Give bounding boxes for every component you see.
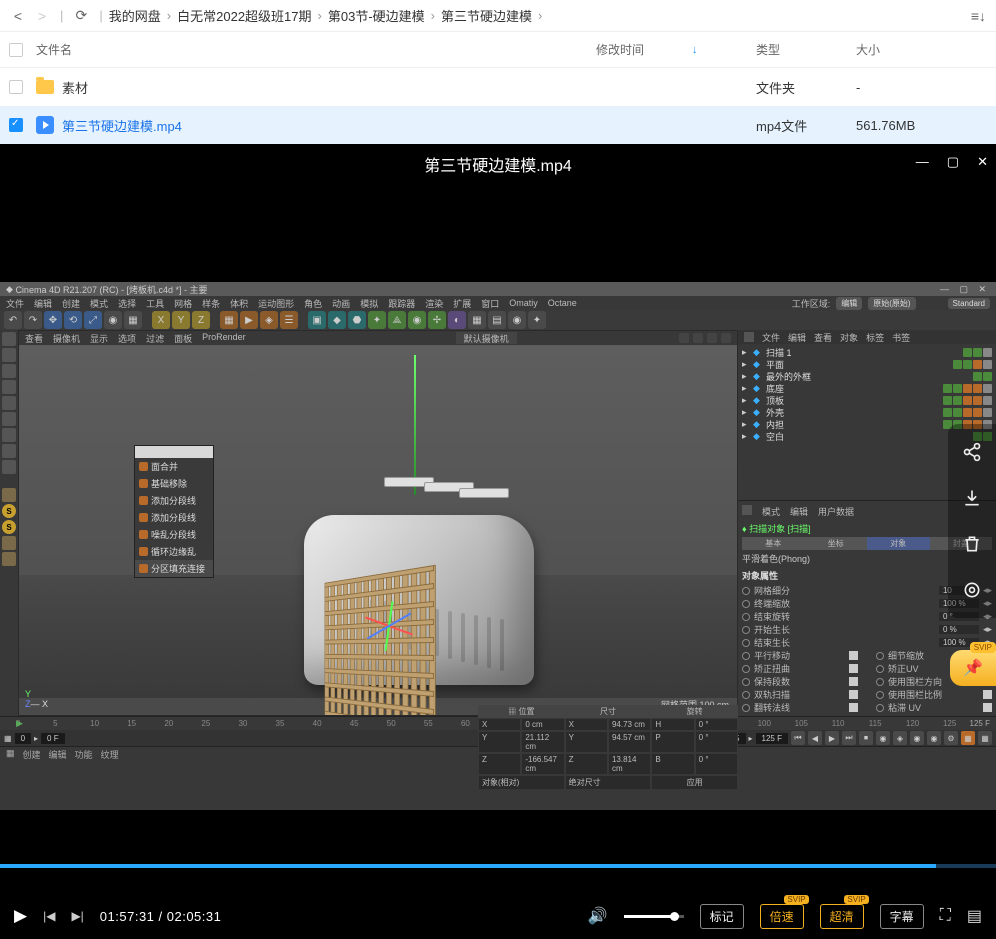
share-button[interactable]	[958, 438, 986, 466]
svip-pin[interactable]: SVIP📌	[950, 650, 996, 686]
row-checkbox[interactable]	[9, 118, 23, 132]
c4d-left-tools[interactable]: SS	[0, 330, 18, 716]
viewmode-button[interactable]: ≡↓	[971, 8, 986, 24]
crumb-0[interactable]: 我的网盘	[109, 6, 161, 25]
file-type: mp4文件	[756, 116, 856, 135]
file-row-video[interactable]: 第三节硬边建模.mp4 mp4文件 561.76MB	[0, 106, 996, 144]
subtitle-button[interactable]: 字幕	[880, 904, 924, 929]
refresh-button[interactable]: ⟳	[71, 6, 91, 26]
c4d-titlebar: ◆ Cinema 4D R21.207 (RC) - [烤板机.c4d *] -…	[0, 282, 996, 296]
file-row-folder[interactable]: 素材 文件夹 -	[0, 68, 996, 106]
prev-button[interactable]: |◀	[43, 909, 55, 923]
time-display: 01:57:31 / 02:05:31	[100, 909, 222, 924]
crumb-3[interactable]: 第三节硬边建模	[441, 6, 532, 25]
c4d-bottom: ▶ 05101520253035404550556065707580859095…	[0, 716, 996, 810]
folder-icon	[36, 80, 54, 94]
col-type[interactable]: 类型	[756, 41, 856, 58]
crumb-2[interactable]: 第03节-硬边建模	[328, 6, 425, 25]
col-size[interactable]: 大小	[856, 41, 996, 58]
volume-slider[interactable]	[624, 915, 684, 918]
mark-button[interactable]: 标记	[700, 904, 744, 929]
back-button[interactable]: <	[8, 6, 28, 26]
file-name[interactable]: 第三节硬边建模.mp4	[62, 116, 182, 135]
file-table-header: 文件名 修改时间 ↓ 类型 大小	[0, 32, 996, 68]
sort-arrow-icon[interactable]: ↓	[692, 44, 698, 56]
file-size: -	[856, 80, 996, 95]
fullscreen-button[interactable]: ⛶	[940, 907, 951, 925]
col-mtime[interactable]: 修改时间	[596, 41, 644, 58]
file-type: 文件夹	[756, 78, 856, 97]
playlist-button[interactable]: ▤	[967, 906, 982, 926]
video-player: 第三节硬边建模.mp4 — ▢ ✕ ◆ Cinema 4D R21.207 (R…	[0, 144, 996, 939]
download-button[interactable]	[958, 484, 986, 512]
next-button[interactable]: ▶|	[71, 909, 83, 923]
video-icon	[36, 116, 54, 134]
context-menu[interactable]: 面合并基础移除添加分段线添加分段线噪乱分段线循环边缘乱分区填充连接	[134, 445, 214, 578]
c4d-viewport[interactable]: 查看摄像机显示选项过滤面板ProRender默认摄像机 面合并基础移除添加分段线…	[18, 330, 738, 716]
close-button[interactable]: ✕	[977, 154, 988, 170]
maximize-button[interactable]: ▢	[947, 154, 959, 170]
top-nav: < > | ⟳ | 我的网盘› 白无常2022超级班17期› 第03节-硬边建模…	[0, 0, 996, 32]
progress-bar[interactable]	[0, 864, 996, 868]
video-title: 第三节硬边建模.mp4	[424, 152, 572, 176]
file-size: 561.76MB	[856, 118, 996, 133]
speed-button[interactable]: SVIP倍速	[760, 904, 804, 929]
col-name[interactable]: 文件名	[32, 41, 596, 58]
file-name: 素材	[62, 78, 88, 97]
quality-button[interactable]: SVIP超清	[820, 904, 864, 929]
minimize-button[interactable]: —	[916, 154, 929, 170]
camera-dropdown[interactable]: 默认摄像机	[456, 332, 517, 344]
side-tool-panel	[948, 424, 996, 618]
c4d-toolbar[interactable]: ↶↷ ✥⟲⤢ ◉▦ XYZ ▦▶◈☰ ▣◆⬣ ✦⟁◉✢ ◐▦▤ ◉✦	[0, 310, 996, 330]
row-checkbox[interactable]	[9, 80, 23, 94]
volume-icon[interactable]: 🔊	[588, 906, 608, 926]
play-button[interactable]: ▶	[14, 906, 27, 926]
scene-model	[274, 485, 564, 705]
c4d-window: ◆ Cinema 4D R21.207 (RC) - [烤板机.c4d *] -…	[0, 282, 996, 810]
select-all-checkbox[interactable]	[9, 43, 23, 57]
c4d-menubar[interactable]: 文件编辑创建模式选择工具网格样条体积运动图形角色动画模拟跟踪器渲染扩展窗口Oma…	[0, 296, 996, 310]
video-titlebar: 第三节硬边建模.mp4 — ▢ ✕	[0, 144, 996, 184]
forward-button[interactable]: >	[32, 6, 52, 26]
crumb-1[interactable]: 白无常2022超级班17期	[177, 6, 311, 25]
settings-button[interactable]	[958, 576, 986, 604]
player-controls: ▶ |◀ ▶| 01:57:31 / 02:05:31 🔊 标记 SVIP倍速 …	[0, 893, 996, 939]
coordinates-panel[interactable]: ▦ 位置尺寸旋转 X0 cmX94.73 cmH0 °Y21.112 cmY94…	[478, 705, 738, 790]
delete-button[interactable]	[958, 530, 986, 558]
